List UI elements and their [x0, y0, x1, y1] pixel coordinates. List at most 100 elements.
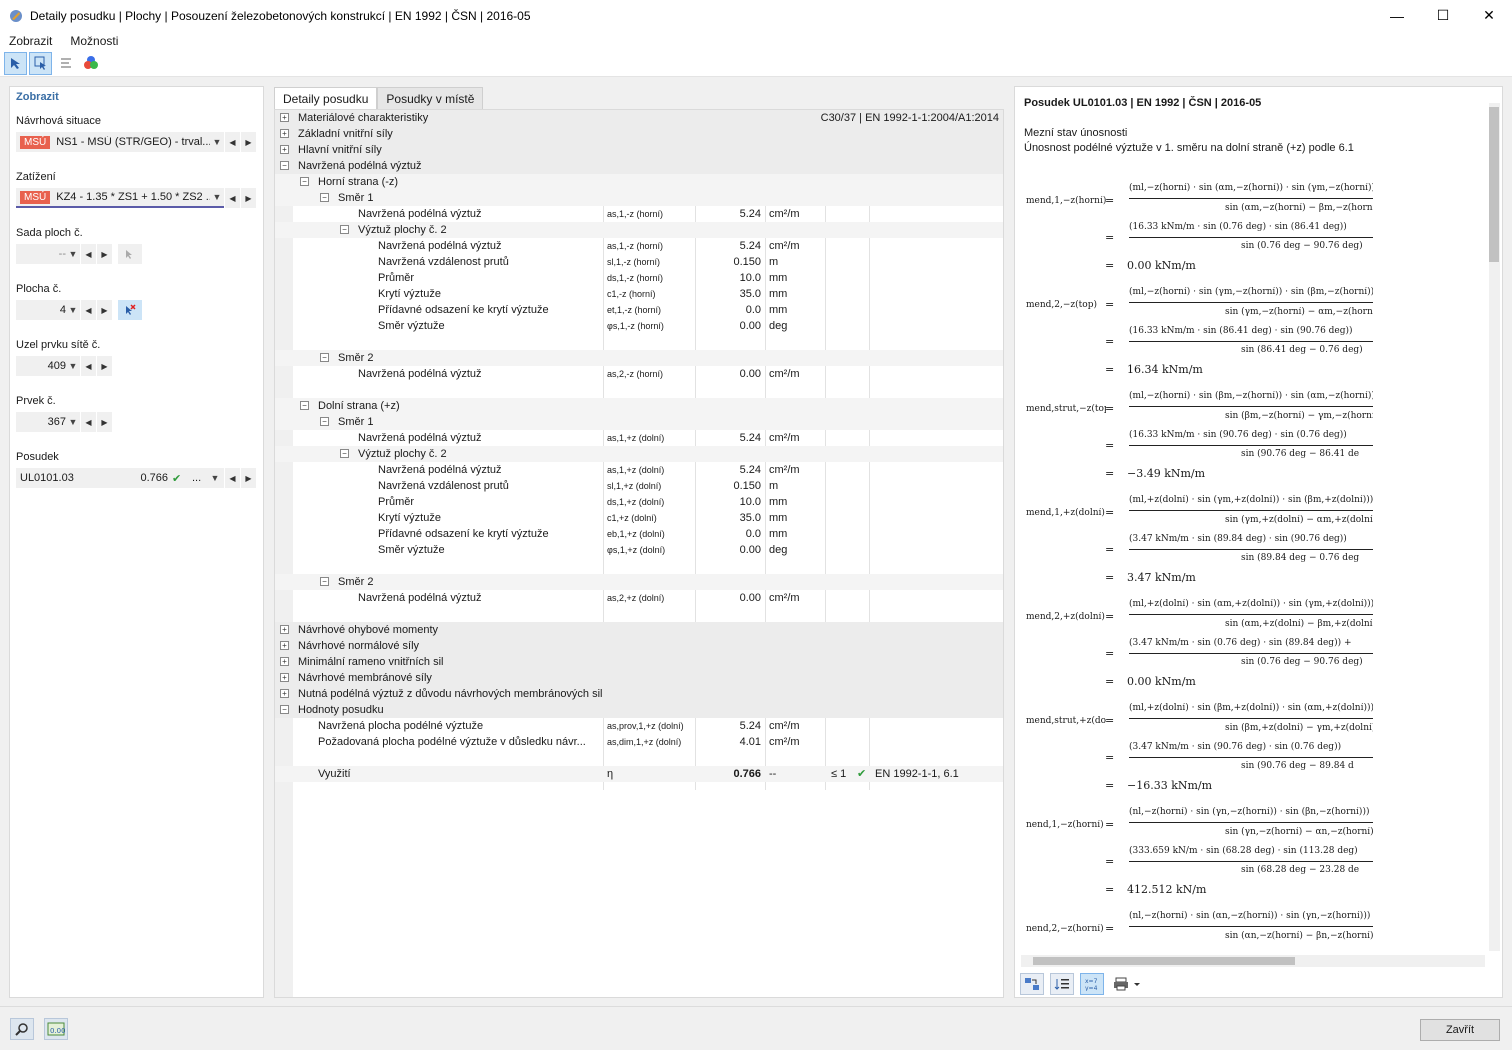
tree-row-check-values[interactable]: − Hodnoty posudku: [275, 702, 1003, 718]
list-view-button[interactable]: [54, 52, 77, 75]
next-button[interactable]: ▶: [241, 188, 256, 208]
expand-icon[interactable]: +: [280, 689, 289, 698]
minimize-button[interactable]: —: [1374, 0, 1420, 31]
collapse-icon[interactable]: −: [280, 161, 289, 170]
surface-select[interactable]: 4 ▼: [16, 300, 80, 320]
select-tool-button[interactable]: [4, 51, 27, 75]
tree-row-required-reinf[interactable]: + Nutná podélná výztuž z důvodu návrhový…: [275, 686, 1003, 702]
tree-row-top-reinf-no2[interactable]: − Výztuž plochy č. 2: [275, 222, 1003, 238]
toolbar: [0, 50, 1512, 77]
pick-surface-button[interactable]: [118, 300, 142, 320]
fraction-bar: [1129, 653, 1373, 654]
tree-row-top-dir2[interactable]: − Směr 2: [275, 350, 1003, 366]
expand-icon[interactable]: +: [280, 641, 289, 650]
pick-cursor-icon: [126, 250, 132, 259]
element-select[interactable]: 367 ▼: [16, 412, 80, 432]
prev-button[interactable]: ◀: [81, 412, 96, 432]
formula-subtitle-1: Mezní stav únosnosti: [1024, 127, 1128, 139]
formula-substituted-numerator: (16.33 kNm/m · sin (90.76 deg) · sin (0.…: [1129, 430, 1347, 440]
tab-location-checks[interactable]: Posudky v místě: [377, 87, 484, 109]
close-button[interactable]: Zavřít: [1420, 1019, 1500, 1041]
equals-sign: =: [1105, 855, 1115, 868]
collapse-icon[interactable]: −: [300, 177, 309, 186]
formula-lhs: mend,strut,+z(dolní): [1026, 716, 1106, 726]
collapse-icon[interactable]: −: [340, 225, 349, 234]
next-button[interactable]: ▶: [241, 468, 256, 488]
tree-row-basic-forces[interactable]: + Základní vnitřní síly: [275, 126, 1003, 142]
table-row: Směr výztuže φs,1,-z (horní) 0.00 deg: [378, 320, 788, 332]
prev-button[interactable]: ◀: [225, 188, 240, 208]
prev-button[interactable]: ◀: [81, 356, 96, 376]
prev-button[interactable]: ◀: [81, 300, 96, 320]
tree-row-normal-forces[interactable]: + Návrhové normálové síly: [275, 638, 1003, 654]
prev-button[interactable]: ◀: [225, 132, 240, 152]
collapse-icon[interactable]: −: [320, 417, 329, 426]
mesh-node-select[interactable]: 409 ▼: [16, 356, 80, 376]
next-button[interactable]: ▶: [97, 300, 112, 320]
tree-row-membrane-forces[interactable]: + Návrhové membránové síly: [275, 670, 1003, 686]
show-formula-values-button[interactable]: x=7 y=4: [1080, 973, 1104, 995]
tree-row-top-side[interactable]: − Horní strana (-z): [275, 174, 1003, 190]
collapse-icon[interactable]: −: [320, 577, 329, 586]
chevron-down-icon: ▼: [68, 417, 78, 427]
table-row: Požadovaná plocha podélné výztuže v důsl…: [318, 736, 800, 748]
surface-set-select[interactable]: -- ▼: [16, 244, 80, 264]
prev-button[interactable]: ◀: [81, 244, 96, 264]
chevron-down-icon: ▼: [212, 192, 222, 202]
vertical-scroll-thumb[interactable]: [1489, 107, 1499, 262]
menu-moznosti[interactable]: Možnosti: [61, 34, 127, 48]
expand-icon[interactable]: +: [280, 129, 289, 138]
expand-icon[interactable]: +: [280, 145, 289, 154]
tree-row-bottom-dir2[interactable]: − Směr 2: [275, 574, 1003, 590]
close-window-button[interactable]: ✕: [1466, 0, 1512, 31]
pick-surface-set-button[interactable]: [118, 244, 142, 264]
element-field: Prvek č. 367 ▼ ◀ ▶: [16, 395, 112, 432]
expand-icon[interactable]: +: [280, 657, 289, 666]
tree-row-principal-forces[interactable]: + Hlavní vnitřní síly: [275, 142, 1003, 158]
tree-row-bottom-dir1[interactable]: − Směr 1: [275, 414, 1003, 430]
tree-row-material[interactable]: + Materiálové charakteristiky C30/37 | E…: [275, 110, 1003, 126]
collapse-icon[interactable]: −: [320, 353, 329, 362]
print-button[interactable]: [1110, 973, 1148, 995]
next-button[interactable]: ▶: [97, 356, 112, 376]
collapse-icon[interactable]: −: [340, 449, 349, 458]
tree-row-bottom-reinf-no2[interactable]: − Výztuž plochy č. 2: [275, 446, 1003, 462]
check-select[interactable]: UL0101.03 0.766 ✔ ... ▼: [16, 468, 224, 488]
sort-list-button[interactable]: [1050, 973, 1074, 995]
collapse-icon[interactable]: −: [320, 193, 329, 202]
tree-row-bottom-side[interactable]: − Dolní strana (+z): [275, 398, 1003, 414]
next-button[interactable]: ▶: [97, 412, 112, 432]
mesh-node-field: Uzel prvku sítě č. 409 ▼ ◀ ▶: [16, 339, 112, 376]
equals-sign: =: [1105, 506, 1115, 519]
next-button[interactable]: ▶: [97, 244, 112, 264]
maximize-button[interactable]: ☐: [1420, 0, 1466, 31]
equals-sign: =: [1105, 298, 1115, 311]
svg-text:y=4: y=4: [1085, 985, 1098, 991]
equals-sign: =: [1105, 439, 1115, 452]
tree-row-top-dir1[interactable]: − Směr 1: [275, 190, 1003, 206]
formula-denominator: sin (αm,+z(dolní) − βm,+z(dolní)): [1225, 619, 1373, 629]
expand-icon[interactable]: +: [280, 113, 289, 122]
design-situation-select[interactable]: MSÚ NS1 - MSÚ (STR/GEO) - trval... ▼: [16, 132, 224, 152]
tree-row-designed-reinf[interactable]: − Navržená podélná výztuž: [275, 158, 1003, 174]
select-in-graphics-button[interactable]: [29, 51, 52, 75]
load-select[interactable]: MSÚ KZ4 - 1.35 * ZS1 + 1.50 * ZS2 ... ▼: [16, 188, 224, 208]
svg-text:0.00: 0.00: [50, 1027, 65, 1035]
units-decimals-button[interactable]: 0.00: [44, 1018, 68, 1040]
sync-view-button[interactable]: [1020, 973, 1044, 995]
prev-button[interactable]: ◀: [225, 468, 240, 488]
tree-row-lever-arm[interactable]: + Minimální rameno vnitřních sil: [275, 654, 1003, 670]
collapse-icon[interactable]: −: [300, 401, 309, 410]
tab-check-details[interactable]: Detaily posudku: [274, 87, 378, 109]
expand-icon[interactable]: +: [280, 625, 289, 634]
next-button[interactable]: ▶: [241, 132, 256, 152]
tree-row-bending-moments[interactable]: + Návrhové ohybové momenty: [275, 622, 1003, 638]
table-row: Navržená vzdálenost prutů sl,1,-z (horní…: [378, 256, 779, 268]
search-info-button[interactable]: [10, 1018, 34, 1040]
menu-zobrazit[interactable]: Zobrazit: [0, 34, 61, 48]
collapse-icon[interactable]: −: [280, 705, 289, 714]
formula-lhs: mend,strut,−z(top): [1026, 404, 1106, 414]
color-scheme-button[interactable]: [79, 52, 102, 75]
expand-icon[interactable]: +: [280, 673, 289, 682]
horizontal-scroll-thumb[interactable]: [1033, 957, 1295, 965]
